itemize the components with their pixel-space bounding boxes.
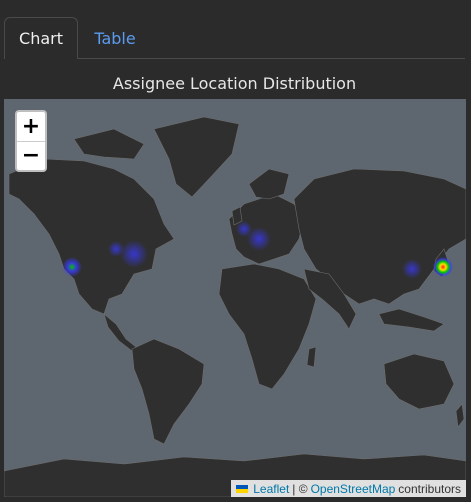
zoom-control: + − [15,110,47,172]
heat-us-west [62,257,82,277]
attribution-separator: | © [292,482,307,496]
zoom-in-button[interactable]: + [17,112,45,142]
landmass-greenland [154,117,239,197]
tab-bar: Chart Table [0,0,471,59]
attribution-contributors: contributors [398,482,461,496]
landmass-new-zealand [456,404,464,427]
landmass-scandinavia [249,169,289,199]
world-map-tiles [4,99,466,497]
openstreetmap-link[interactable]: OpenStreetMap [311,482,396,496]
heat-china [402,259,422,279]
landmass-north-america [9,159,174,314]
chart-title: Assignee Location Distribution [0,74,469,93]
tab-divider [78,58,465,59]
landmass-indonesia [379,309,444,331]
heat-us-central [108,241,124,257]
landmass-central-america [104,314,136,351]
landmass-australia [384,354,454,409]
heat-europe-2 [236,221,252,237]
heatmap-map[interactable]: + − Leaflet | © OpenStreetMap contributo… [4,99,466,497]
leaflet-link[interactable]: Leaflet [253,482,289,496]
zoom-out-button[interactable]: − [17,142,45,171]
tab-table[interactable]: Table [80,17,150,59]
ukraine-flag-icon [236,485,248,493]
landmass-madagascar [307,347,316,367]
landmass-arctic-islands [74,129,144,159]
heat-us-east [120,240,148,268]
map-attribution: Leaflet | © OpenStreetMap contributors [231,480,466,497]
heat-japan [433,257,453,277]
tab-chart[interactable]: Chart [4,17,78,59]
landmass-south-america [132,339,204,444]
landmass-africa [219,264,316,389]
